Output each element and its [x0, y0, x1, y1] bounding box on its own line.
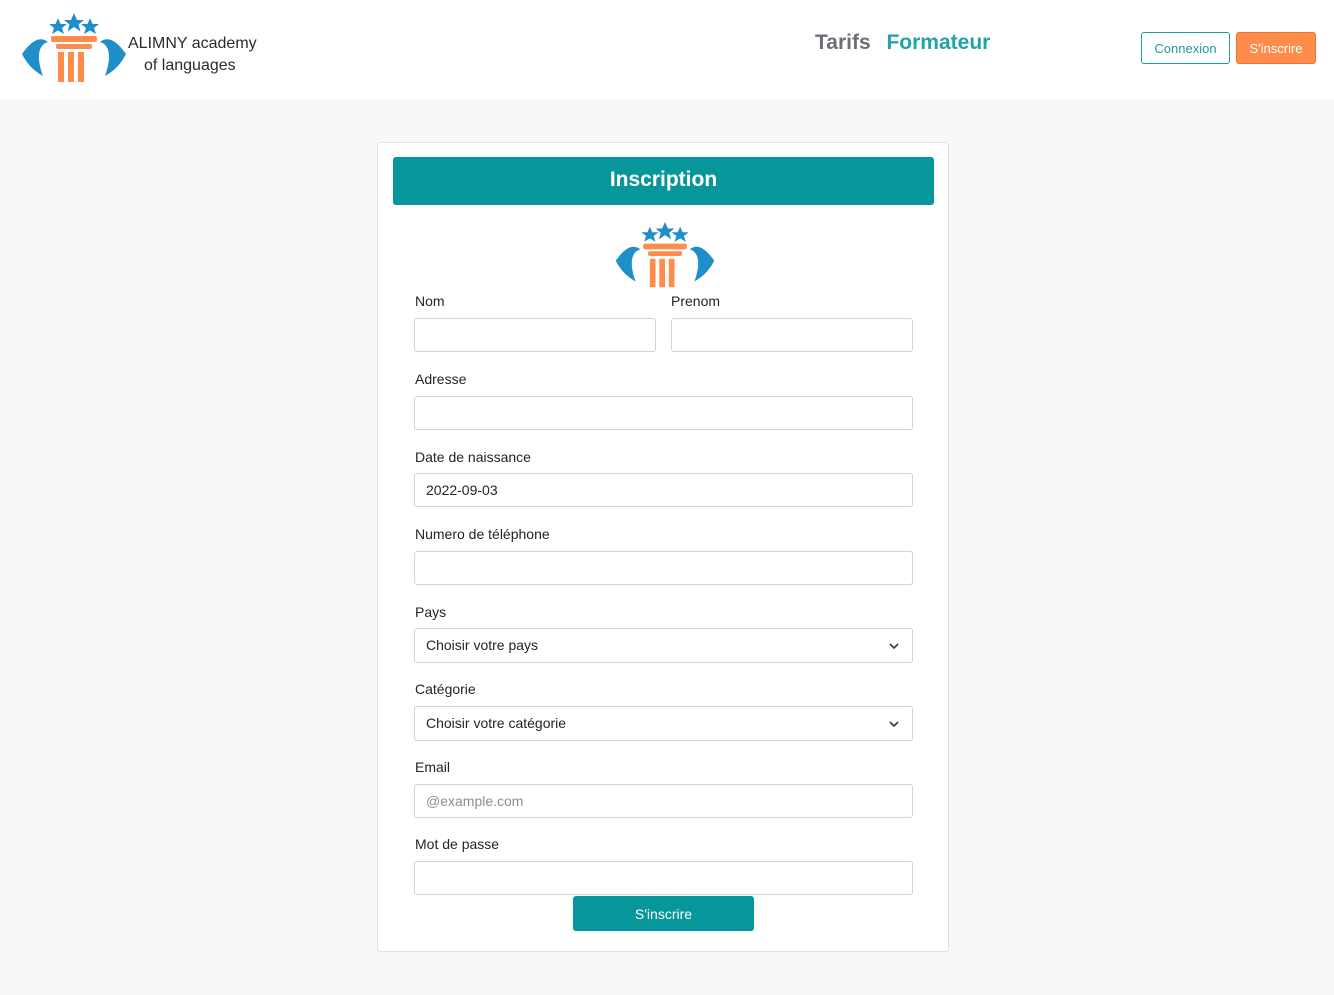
- password-input[interactable]: [414, 861, 913, 895]
- country-label: Pays: [415, 604, 447, 620]
- submit-button[interactable]: S'inscrire: [573, 896, 754, 931]
- form-title: Inscription: [393, 157, 934, 205]
- brand-name: ALIMNY academy of languages: [128, 33, 257, 77]
- adresse-input[interactable]: [414, 396, 913, 430]
- category-label: Catégorie: [415, 681, 476, 697]
- category-select[interactable]: Choisir votre catégorie: [414, 706, 913, 741]
- adresse-label: Adresse: [415, 371, 467, 387]
- phone-label: Numero de téléphone: [415, 526, 550, 542]
- chevron-down-icon: [889, 721, 899, 728]
- academy-logo[interactable]: [18, 10, 130, 86]
- country-select-value: Choisir votre pays: [426, 637, 539, 653]
- registration-card: Inscription Nom Prenom Adresse Date de n…: [377, 142, 949, 952]
- login-button[interactable]: Connexion: [1141, 32, 1230, 64]
- signup-header-button[interactable]: S'inscrire: [1236, 32, 1316, 64]
- nom-label: Nom: [415, 293, 445, 309]
- nom-input[interactable]: [414, 318, 656, 352]
- main-nav: Tarifs Formateur: [815, 31, 1000, 55]
- prenom-label: Prenom: [671, 293, 721, 309]
- nav-link-tarifs[interactable]: Tarifs: [815, 31, 871, 54]
- top-navbar: ALIMNY academy of languages Tarifs Forma…: [0, 0, 1334, 99]
- nav-link-formateur[interactable]: Formateur: [886, 31, 990, 54]
- phone-input[interactable]: [414, 551, 913, 585]
- email-label: Email: [415, 759, 451, 775]
- prenom-input[interactable]: [671, 318, 913, 352]
- brand-line-1: ALIMNY academy: [128, 35, 257, 52]
- academy-logo-card: [615, 221, 715, 288]
- birthdate-label: Date de naissance: [415, 449, 531, 465]
- password-label: Mot de passe: [415, 836, 500, 852]
- chevron-down-icon: [889, 643, 899, 650]
- brand-line-2: of languages: [144, 57, 236, 74]
- birthdate-input[interactable]: [414, 473, 913, 507]
- category-select-value: Choisir votre catégorie: [426, 715, 567, 731]
- country-select[interactable]: Choisir votre pays: [414, 628, 913, 663]
- email-input[interactable]: [414, 784, 913, 818]
